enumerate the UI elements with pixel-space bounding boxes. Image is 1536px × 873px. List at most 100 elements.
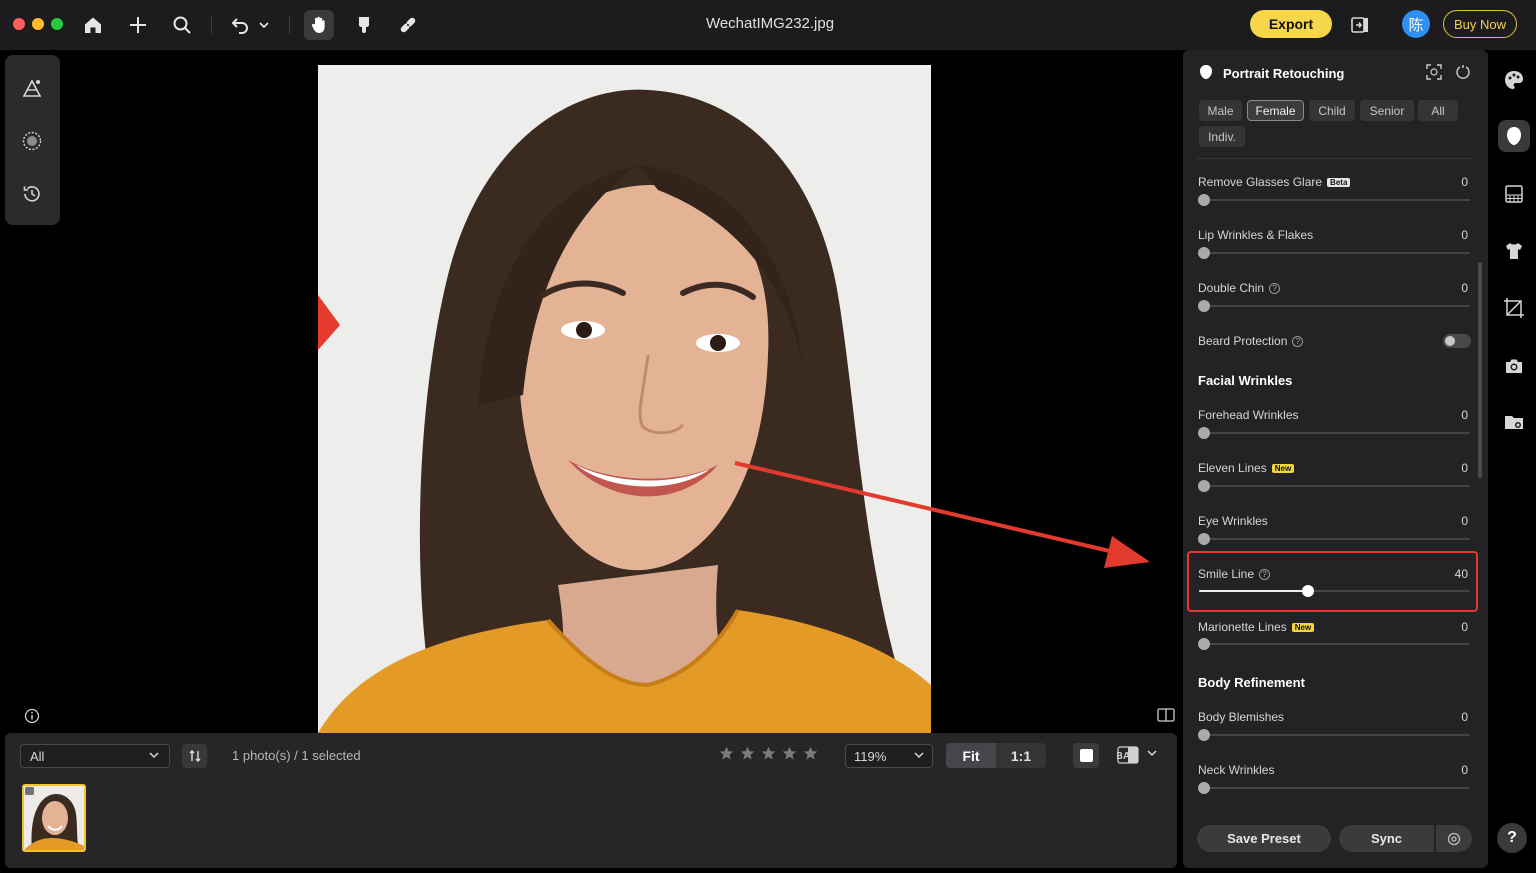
facial-wrinkles-heading: Facial Wrinkles — [1198, 373, 1293, 388]
help-icon[interactable]: ? — [1269, 282, 1281, 294]
smile-line-highlight — [1187, 551, 1478, 612]
fit-button[interactable]: Fit — [946, 743, 996, 768]
lip-wrinkles-value: 0 — [1461, 228, 1468, 242]
lip-wrinkles-label: Lip Wrinkles & Flakes — [1198, 228, 1314, 242]
zoom-select[interactable]: 119% — [845, 744, 933, 768]
new-badge: New — [1291, 622, 1315, 632]
slider-knob[interactable] — [1198, 300, 1210, 312]
folder-icon[interactable] — [1498, 406, 1530, 438]
slider-knob[interactable] — [1198, 247, 1210, 259]
neck-wrinkles-label: Neck Wrinkles — [1198, 763, 1275, 777]
beard-protection-label: Beard Protection ? — [1198, 334, 1304, 348]
zoom-value: 119% — [854, 749, 887, 764]
body-blemishes-slider[interactable] — [1198, 729, 1470, 741]
smile-line-label: Smile Line ? — [1198, 567, 1271, 581]
slider-knob[interactable] — [1198, 194, 1210, 206]
slider-fill — [1199, 590, 1308, 592]
forehead-wrinkles-value: 0 — [1461, 408, 1468, 422]
lip-wrinkles-slider[interactable] — [1198, 247, 1470, 259]
chevron-down-icon — [912, 748, 926, 762]
smile-line-slider[interactable] — [1199, 585, 1470, 597]
save-preset-button[interactable]: Save Preset — [1197, 825, 1331, 852]
neck-wrinkles-value: 0 — [1461, 763, 1468, 777]
slider-knob[interactable] — [1198, 533, 1210, 545]
star-icon[interactable] — [718, 745, 735, 762]
gear-icon — [1447, 832, 1461, 845]
retouch-panel — [1183, 50, 1488, 868]
eye-wrinkles-label: Eye Wrinkles — [1198, 514, 1268, 528]
marionette-lines-slider[interactable] — [1198, 638, 1470, 650]
double-chin-slider[interactable] — [1198, 300, 1470, 312]
slider-knob[interactable] — [1198, 480, 1210, 492]
body-blemishes-value: 0 — [1461, 710, 1468, 724]
eleven-lines-label: Eleven Lines New — [1198, 461, 1295, 475]
white-square-icon — [1079, 749, 1093, 762]
chip-child[interactable]: Child — [1309, 100, 1355, 121]
chip-female[interactable]: Female — [1247, 100, 1304, 121]
eye-wrinkles-value: 0 — [1461, 514, 1468, 528]
slider-label-text: Smile Line — [1198, 567, 1255, 581]
panel-divider — [1196, 158, 1474, 159]
panel-title: Portrait Retouching — [1223, 66, 1345, 81]
chevron-down-icon — [147, 748, 161, 762]
help-button[interactable]: ? — [1497, 823, 1527, 853]
double-chin-value: 0 — [1461, 281, 1468, 295]
info-icon[interactable] — [24, 708, 40, 724]
slider-label-text: Double Chin — [1198, 281, 1265, 295]
remove-glasses-glare-label: Remove Glasses Glare Beta — [1198, 175, 1351, 189]
remove-glasses-glare-slider[interactable] — [1198, 194, 1470, 206]
slider-knob[interactable] — [1198, 427, 1210, 439]
star-icon[interactable] — [760, 745, 777, 762]
reset-icon[interactable] — [1455, 64, 1471, 80]
slider-knob[interactable] — [1302, 585, 1314, 597]
face-select-icon[interactable] — [1426, 64, 1442, 80]
help-icon[interactable]: ? — [1292, 335, 1304, 347]
forehead-wrinkles-label: Forehead Wrinkles — [1198, 408, 1299, 422]
chip-all[interactable]: All — [1418, 100, 1458, 121]
neck-wrinkles-slider[interactable] — [1198, 782, 1470, 794]
star-icon[interactable] — [739, 745, 756, 762]
photo-filter-value: All — [30, 749, 45, 764]
star-icon[interactable] — [802, 745, 819, 762]
chevron-down-icon[interactable] — [1145, 746, 1159, 760]
beta-badge: Beta — [1327, 177, 1351, 187]
slider-label-text: Marionette Lines — [1198, 620, 1287, 634]
clothing-icon[interactable] — [1498, 235, 1530, 267]
body-refinement-heading: Body Refinement — [1198, 675, 1305, 690]
slider-label-text: Remove Glasses Glare — [1198, 175, 1323, 189]
compare-view-icon[interactable] — [1157, 707, 1175, 723]
sort-button[interactable] — [182, 744, 207, 768]
background-icon[interactable] — [1498, 178, 1530, 210]
marionette-lines-value: 0 — [1461, 620, 1468, 634]
chip-senior[interactable]: Senior — [1360, 100, 1414, 121]
double-chin-label: Double Chin ? — [1198, 281, 1281, 295]
slider-knob[interactable] — [1198, 782, 1210, 794]
slider-knob[interactable] — [1198, 729, 1210, 741]
portrait-retouch-icon[interactable] — [1498, 120, 1530, 152]
crop-icon[interactable] — [1498, 292, 1530, 324]
toggle-knob — [1445, 336, 1455, 346]
ba-label-b: BA — [1117, 751, 1130, 762]
chip-male[interactable]: Male — [1199, 100, 1242, 121]
photo-filter-select[interactable]: All — [20, 744, 170, 768]
forehead-wrinkles-slider[interactable] — [1198, 427, 1470, 439]
help-icon[interactable]: ? — [1259, 568, 1271, 580]
chip-individual[interactable]: Indiv. — [1199, 126, 1245, 147]
slider-knob[interactable] — [1198, 638, 1210, 650]
star-rating[interactable] — [718, 745, 819, 762]
eye-wrinkles-slider[interactable] — [1198, 533, 1470, 545]
camera-icon[interactable] — [1498, 350, 1530, 382]
sync-button[interactable]: Sync — [1339, 825, 1434, 852]
panel-scrollbar[interactable] — [1478, 262, 1482, 478]
before-after-button[interactable]: BA — [1117, 746, 1139, 764]
actual-size-button[interactable]: 1:1 — [996, 743, 1046, 768]
new-badge: New — [1271, 463, 1295, 473]
star-icon[interactable] — [781, 745, 798, 762]
eleven-lines-slider[interactable] — [1198, 480, 1470, 492]
sort-icon — [189, 750, 200, 762]
background-color-button[interactable] — [1073, 743, 1099, 768]
palette-icon[interactable] — [1498, 64, 1530, 96]
photo-thumbnail[interactable] — [22, 784, 86, 852]
sync-settings-button[interactable] — [1436, 825, 1472, 852]
beard-protection-toggle[interactable] — [1443, 334, 1471, 348]
